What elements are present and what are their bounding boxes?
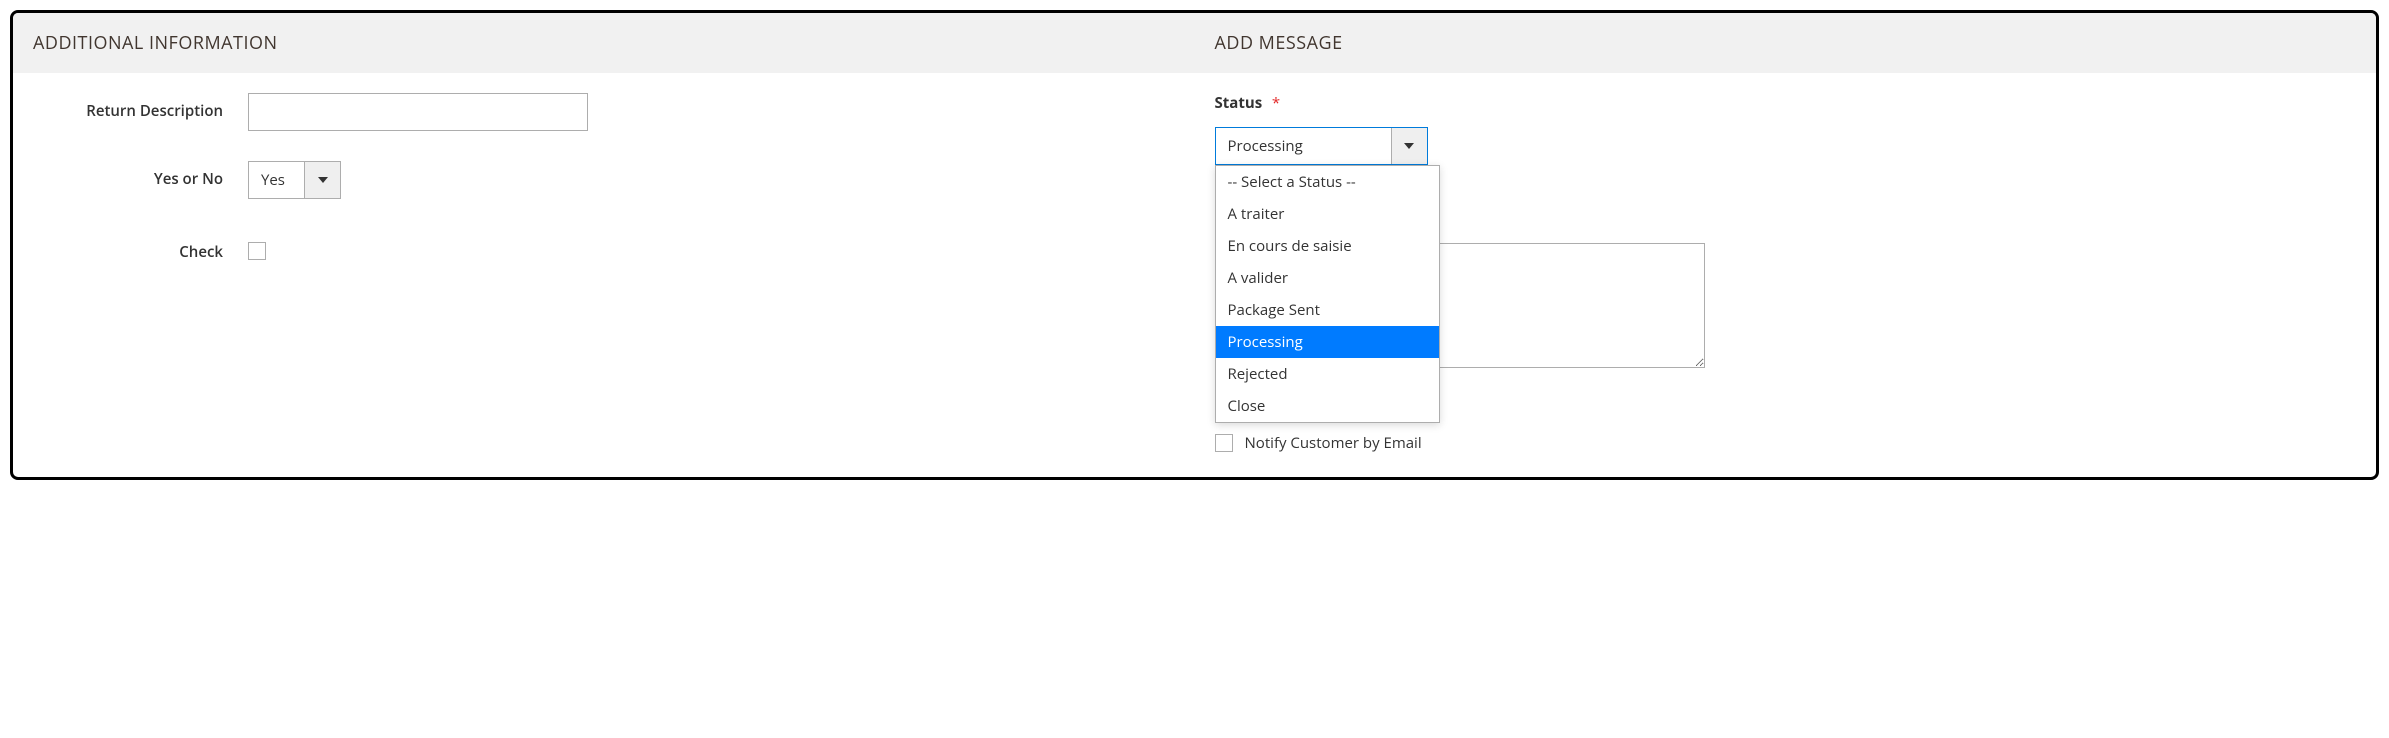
- status-label-row: Status *: [1215, 93, 2357, 113]
- chevron-down-icon: [1404, 143, 1414, 149]
- yes-or-no-select[interactable]: Yes: [248, 161, 341, 199]
- additional-info-column: Return Description Yes or No Yes: [13, 93, 1195, 295]
- check-checkbox[interactable]: [248, 242, 266, 260]
- status-option[interactable]: Rejected: [1216, 358, 1439, 390]
- form-container: ADDITIONAL INFORMATION ADD MESSAGE Retur…: [10, 10, 2379, 480]
- status-selected-value: Processing: [1216, 128, 1391, 164]
- status-option[interactable]: A traiter: [1216, 198, 1439, 230]
- return-description-label: Return Description: [33, 93, 248, 121]
- notify-row: Notify Customer by Email: [1215, 433, 1422, 453]
- status-dropdown-button[interactable]: [1391, 128, 1427, 164]
- status-option-selected[interactable]: Processing: [1216, 326, 1439, 358]
- status-option[interactable]: Package Sent: [1216, 294, 1439, 326]
- check-row: Check: [33, 234, 1175, 265]
- yes-or-no-value: Yes: [249, 162, 304, 198]
- status-select[interactable]: Processing -- Select a Status -- A trait…: [1215, 127, 1428, 165]
- add-message-heading: ADD MESSAGE: [1195, 13, 2377, 73]
- status-option[interactable]: En cours de saisie: [1216, 230, 1439, 262]
- status-label: Status: [1215, 93, 1263, 113]
- check-label: Check: [33, 234, 248, 262]
- yes-or-no-label: Yes or No: [33, 161, 248, 189]
- return-description-input[interactable]: [248, 93, 588, 131]
- yes-or-no-row: Yes or No Yes: [33, 161, 1175, 199]
- yes-or-no-dropdown-button[interactable]: [304, 162, 340, 198]
- chevron-down-icon: [318, 177, 328, 183]
- required-indicator: *: [1272, 93, 1280, 113]
- status-dropdown-list: -- Select a Status -- A traiter En cours…: [1215, 165, 1440, 423]
- section-header-row: ADDITIONAL INFORMATION ADD MESSAGE: [13, 13, 2376, 73]
- additional-info-heading: ADDITIONAL INFORMATION: [13, 13, 1195, 73]
- status-option[interactable]: A valider: [1216, 262, 1439, 294]
- add-message-column: Status * Processing -- Select a Status -…: [1195, 93, 2377, 295]
- notify-label: Notify Customer by Email: [1245, 433, 1422, 453]
- return-description-row: Return Description: [33, 93, 1175, 131]
- notify-checkbox[interactable]: [1215, 434, 1233, 452]
- status-option[interactable]: -- Select a Status --: [1216, 166, 1439, 198]
- status-option[interactable]: Close: [1216, 390, 1439, 422]
- content-row: Return Description Yes or No Yes: [13, 73, 2376, 295]
